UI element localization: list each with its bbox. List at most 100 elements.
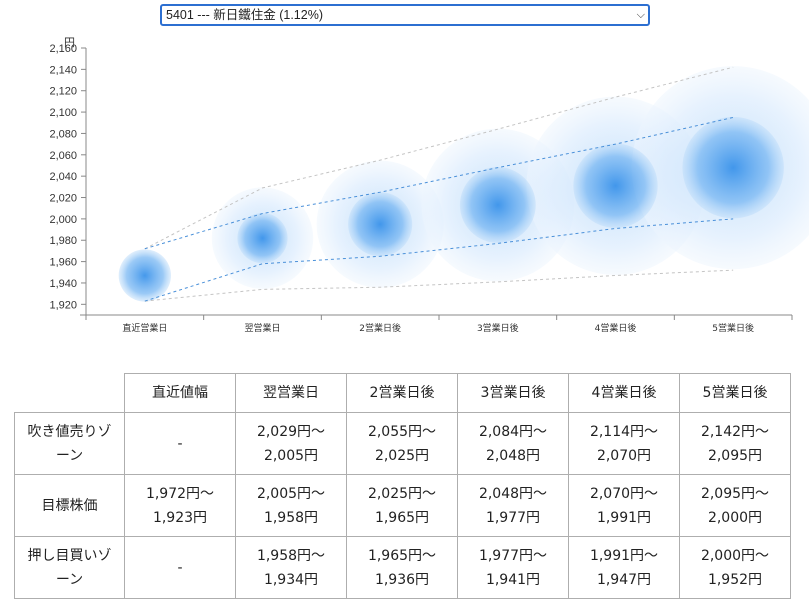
cell-line: 1,952円	[707, 571, 763, 588]
table-cell: 2,095円〜 2,000円	[679, 474, 791, 537]
x-category-label: 翌営業日	[244, 322, 280, 334]
stock-selector[interactable]: 5401 --- 新日鐵住金 (1.12%) ⌵	[160, 4, 650, 26]
x-category-label: 3営業日後	[477, 322, 519, 334]
col-header: 翌営業日	[235, 373, 347, 413]
table-cell: 1,977円〜 1,941円	[457, 536, 569, 599]
table-cell: 2,070円〜 1,991円	[568, 474, 680, 537]
chevron-down-icon[interactable]: ⌵	[637, 6, 645, 24]
cell-line: 2,025円〜	[367, 485, 437, 502]
table-cell: -	[124, 412, 236, 475]
y-tick-label: 2,100	[49, 107, 77, 119]
row-header-line: 押し目買いゾ	[27, 547, 112, 564]
cell-line: 1,941円	[485, 571, 541, 588]
cell-line: 2,114円〜	[589, 423, 659, 440]
table-header-row: 直近値幅 翌営業日 2営業日後 3営業日後 4営業日後 5営業日後	[14, 373, 791, 413]
row-header-line: ーン	[55, 571, 84, 588]
cell-line: 2,029円〜	[256, 423, 326, 440]
target-zone-bubble	[118, 249, 171, 302]
cell-line: 1,958円	[263, 509, 319, 526]
forecast-chart: 円1,9201,9401,9601,9802,0002,0202,0402,06…	[49, 37, 809, 334]
cell-line: 1,936円	[374, 571, 430, 588]
y-tick-label: 2,160	[49, 43, 77, 55]
row-header-line: 吹き値売りゾ	[27, 423, 112, 440]
table-row: 吹き値売りゾ ーン - 2,029円〜 2,005円 2,055円〜 2,025円 …	[14, 412, 791, 475]
y-tick-label: 2,120	[49, 86, 77, 98]
cell-line: 2,025円	[374, 447, 430, 464]
y-tick-label: 2,020	[49, 193, 77, 205]
target-zone-bubble	[348, 192, 413, 257]
x-category-label: 2営業日後	[359, 322, 401, 334]
cell-line: 2,070円	[596, 447, 652, 464]
table-cell: 1,965円〜 1,936円	[346, 536, 458, 599]
col-header: 4営業日後	[568, 373, 680, 413]
cell-line: 1,965円	[374, 509, 430, 526]
y-tick-label: 2,080	[49, 128, 77, 140]
cell-line: 1,934円	[263, 571, 319, 588]
cell-line: 1,972円〜	[145, 485, 215, 502]
col-header: 3営業日後	[457, 373, 569, 413]
x-category-label: 5営業日後	[712, 322, 754, 334]
table-cell: 2,000円〜 1,952円	[679, 536, 791, 599]
cell-line: 2,084円〜	[478, 423, 548, 440]
cell-line: 2,095円〜	[700, 485, 770, 502]
table-cell: 2,005円〜 1,958円	[235, 474, 347, 537]
col-header: 直近値幅	[124, 373, 236, 413]
table-cell: 2,142円〜 2,095円	[679, 412, 791, 475]
row-header-line: ーン	[55, 447, 84, 464]
row-header: 押し目買いゾ ーン	[14, 536, 125, 599]
row-header-line: 目標株価	[41, 497, 98, 514]
table-cell: -	[124, 536, 236, 599]
y-tick-label: 2,140	[49, 64, 77, 76]
price-zone-table: 直近値幅 翌営業日 2営業日後 3営業日後 4営業日後 5営業日後 吹き値売りゾ…	[14, 373, 791, 599]
cell-line: -	[177, 435, 183, 452]
cell-line: 1,991円〜	[589, 547, 659, 564]
cell-line: 2,005円〜	[256, 485, 326, 502]
target-zone-bubble	[682, 116, 784, 219]
x-category-label: 直近営業日	[122, 322, 167, 334]
price-zone-table-wrap: 直近値幅 翌営業日 2営業日後 3営業日後 4営業日後 5営業日後 吹き値売りゾ…	[14, 373, 791, 599]
y-tick-label: 1,920	[49, 299, 77, 311]
table-cell: 1,972円〜 1,923円	[124, 474, 236, 537]
cell-line: 2,048円〜	[478, 485, 548, 502]
table-cell: 2,055円〜 2,025円	[346, 412, 458, 475]
y-tick-label: 2,060	[49, 150, 77, 162]
table-row: 押し目買いゾ ーン - 1,958円〜 1,934円 1,965円〜 1,936円 …	[14, 536, 791, 599]
cell-line: 2,095円	[707, 447, 763, 464]
stock-select-value: 5401 --- 新日鐵住金 (1.12%)	[166, 8, 323, 22]
table-cell: 1,958円〜 1,934円	[235, 536, 347, 599]
cell-line: -	[177, 559, 183, 576]
cell-line: 1,923円	[152, 509, 208, 526]
cell-line: 1,965円〜	[367, 547, 437, 564]
cell-line: 2,048円	[485, 447, 541, 464]
target-zone-bubble	[459, 167, 536, 243]
table-corner	[14, 373, 125, 413]
y-tick-label: 1,960	[49, 257, 77, 269]
y-tick-label: 2,040	[49, 171, 77, 183]
table-cell: 2,029円〜 2,005円	[235, 412, 347, 475]
table-cell: 2,048円〜 1,977円	[457, 474, 569, 537]
row-header: 吹き値売りゾ ーン	[14, 412, 125, 475]
col-header: 2営業日後	[346, 373, 458, 413]
cell-line: 1,947円	[596, 571, 652, 588]
cell-line: 2,142円〜	[700, 423, 770, 440]
y-tick-label: 2,000	[49, 214, 77, 226]
target-zone-bubble	[237, 213, 288, 264]
table-cell: 2,025円〜 1,965円	[346, 474, 458, 537]
cell-line: 1,977円〜	[478, 547, 548, 564]
col-header: 5営業日後	[679, 373, 791, 413]
target-zone-bubble	[573, 143, 658, 228]
table-cell: 1,991円〜 1,947円	[568, 536, 680, 599]
row-header: 目標株価	[14, 474, 125, 537]
stock-select[interactable]: 5401 --- 新日鐵住金 (1.12%) ⌵	[160, 4, 650, 26]
table-row: 目標株価 1,972円〜 1,923円 2,005円〜 1,958円 2,025円〜…	[14, 474, 791, 537]
cell-line: 2,000円	[707, 509, 763, 526]
cell-line: 2,000円〜	[700, 547, 770, 564]
table-cell: 2,084円〜 2,048円	[457, 412, 569, 475]
table-cell: 2,114円〜 2,070円	[568, 412, 680, 475]
cell-line: 1,958円〜	[256, 547, 326, 564]
cell-line: 2,005円	[263, 447, 319, 464]
cell-line: 1,991円	[596, 509, 652, 526]
cell-line: 2,055円〜	[367, 423, 437, 440]
y-tick-label: 1,980	[49, 235, 77, 247]
y-tick-label: 1,940	[49, 278, 77, 290]
